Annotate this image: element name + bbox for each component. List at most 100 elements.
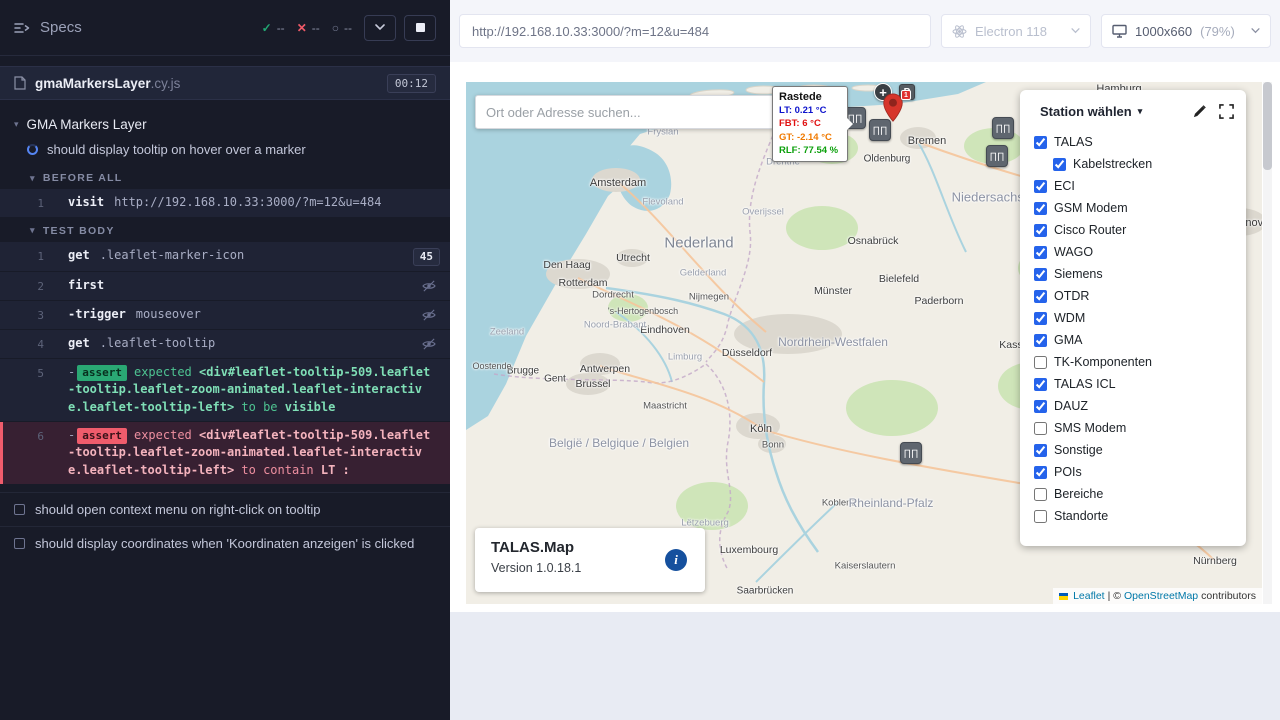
station-filter-checkbox[interactable] (1034, 444, 1047, 457)
assert-badge: assert (77, 365, 127, 381)
station-filter-checkbox[interactable] (1034, 510, 1047, 523)
test-body-header[interactable]: ▾ TEST BODY (0, 217, 450, 242)
search-input[interactable] (475, 95, 775, 129)
info-icon[interactable]: i (665, 549, 687, 571)
test-item[interactable]: should display coordinates when 'Koordin… (0, 526, 450, 560)
station-filter-item[interactable]: Cisco Router (1034, 219, 1236, 241)
test-item[interactable]: should open context menu on right-click … (0, 492, 450, 526)
station-filter-checkbox[interactable] (1034, 180, 1047, 193)
url-bar[interactable] (459, 14, 931, 48)
station-marker[interactable]: ∏∏ (900, 442, 922, 464)
assert-badge: assert (77, 428, 127, 444)
station-filter-item[interactable]: TK-Komponenten (1034, 351, 1236, 373)
station-filter-checkbox[interactable] (1034, 334, 1047, 347)
station-filter-item[interactable]: SMS Modem (1034, 417, 1236, 439)
tooltip-measurement: GT: -2.14 °C (779, 131, 841, 144)
collapse-all-button[interactable] (364, 15, 396, 41)
specs-menu[interactable]: Specs (14, 19, 82, 36)
gate-icon: ∏∏ (996, 124, 1011, 133)
assert-row-passed[interactable]: 5 -assertexpected <div#leaflet-tooltip-5… (0, 359, 450, 421)
scrollbar-thumb[interactable] (1263, 82, 1272, 170)
station-filter-checkbox[interactable] (1034, 400, 1047, 413)
alarm-marker[interactable]: 1 (882, 93, 904, 128)
station-filter-checkbox[interactable] (1034, 246, 1047, 259)
electron-icon (952, 24, 967, 39)
station-filter-item[interactable]: ECI (1034, 175, 1236, 197)
station-marker[interactable]: ∏∏ (992, 117, 1014, 139)
station-filter-item[interactable]: Bereiche (1034, 483, 1236, 505)
before-all-commands: 1 visithttp://192.168.10.33:3000/?m=12&u… (0, 189, 450, 217)
station-filter-checkbox[interactable] (1034, 356, 1047, 369)
match-count-badge: 45 (413, 248, 440, 266)
leaflet-map[interactable]: Amsterdam Utrecht Den Haag Rotterdam Dor… (466, 82, 1262, 604)
station-filter-item[interactable]: Siemens (1034, 263, 1236, 285)
command-number: 3 (0, 306, 52, 324)
station-filter-checkbox[interactable] (1053, 158, 1066, 171)
command-row[interactable]: 4 get.leaflet-tooltip (0, 330, 450, 358)
command-row[interactable]: 1 visithttp://192.168.10.33:3000/?m=12&u… (0, 189, 450, 217)
pending-count: ○-- (332, 21, 352, 35)
station-filter-item[interactable]: DAUZ (1034, 395, 1236, 417)
station-filter-checkbox[interactable] (1034, 488, 1047, 501)
leaflet-link[interactable]: Leaflet (1073, 590, 1105, 602)
chevron-down-icon (1071, 28, 1080, 34)
station-filter-label: GMA (1054, 333, 1082, 347)
station-filter-item[interactable]: WAGO (1034, 241, 1236, 263)
before-all-header[interactable]: ▾ BEFORE ALL (0, 164, 450, 189)
station-filter-checkbox[interactable] (1034, 312, 1047, 325)
station-filter-item[interactable]: WDM (1034, 307, 1236, 329)
running-test-row[interactable]: should display tooltip on hover over a m… (0, 137, 450, 164)
command-log: ▾ GMA Markers Layer should display toolt… (0, 100, 450, 720)
station-filter-checkbox[interactable] (1034, 202, 1047, 215)
station-marker[interactable]: ∏∏ (986, 145, 1008, 167)
suite-title-row[interactable]: ▾ GMA Markers Layer (0, 112, 450, 137)
station-filter-label: OTDR (1054, 289, 1089, 303)
station-filter-label: Standorte (1054, 509, 1108, 523)
spec-bar[interactable]: gmaMarkersLayer.cy.js 00:12 (0, 66, 450, 100)
station-filter-item[interactable]: OTDR (1034, 285, 1236, 307)
station-filter-checkbox[interactable] (1034, 136, 1047, 149)
station-filter-item[interactable]: GMA (1034, 329, 1236, 351)
specs-panel-icon (14, 21, 30, 35)
station-filter-checkbox[interactable] (1034, 378, 1047, 391)
expand-icon[interactable] (1219, 104, 1234, 119)
stop-button[interactable] (404, 15, 436, 41)
station-filter-item[interactable]: Kabelstrecken (1053, 153, 1236, 175)
test-title: should open context menu on right-click … (35, 502, 320, 517)
command-row[interactable]: 2 first (0, 272, 450, 300)
station-filter-item[interactable]: Standorte (1034, 505, 1236, 527)
command-row[interactable]: 1 get.leaflet-marker-icon 45 (0, 242, 450, 271)
edit-pencil-icon[interactable] (1192, 104, 1207, 119)
hidden-eye-icon (422, 280, 436, 292)
browser-selector[interactable]: Electron 118 (941, 14, 1091, 48)
station-filter-label: ECI (1054, 179, 1075, 193)
viewport-selector[interactable]: 1000x660 (79%) (1101, 14, 1271, 48)
test-title: should display tooltip on hover over a m… (47, 142, 306, 157)
stage-header: Electron 118 1000x660 (79%) (450, 0, 1280, 62)
pending-tests: should open context menu on right-click … (0, 492, 450, 560)
station-filter-label: WAGO (1054, 245, 1093, 259)
station-filter-checkbox[interactable] (1034, 224, 1047, 237)
browser-label: Electron 118 (975, 24, 1063, 39)
command-args: .leaflet-marker-icon (100, 248, 245, 262)
command-method: visit (68, 195, 104, 209)
station-filter-checkbox[interactable] (1034, 466, 1047, 479)
station-filter-item[interactable]: TALAS (1034, 131, 1236, 153)
station-filter-label: Siemens (1054, 267, 1103, 281)
hidden-eye-icon (422, 338, 436, 350)
station-filter-item[interactable]: GSM Modem (1034, 197, 1236, 219)
station-filter-label: TALAS ICL (1054, 377, 1116, 391)
station-dropdown[interactable]: Station wählen ▾ (1040, 104, 1142, 119)
station-filter-list: TALAS Kabelstrecken ECI (1020, 129, 1246, 535)
station-filter-checkbox[interactable] (1034, 422, 1047, 435)
app-scrollbar[interactable] (1263, 82, 1272, 604)
osm-link[interactable]: OpenStreetMap (1124, 590, 1198, 602)
station-filter-checkbox[interactable] (1034, 290, 1047, 303)
station-filter-item[interactable]: POIs (1034, 461, 1236, 483)
assert-row-failed[interactable]: 6 -assertexpected <div#leaflet-tooltip-5… (0, 422, 450, 484)
command-row[interactable]: 3 -triggermouseover (0, 301, 450, 329)
station-filter-checkbox[interactable] (1034, 268, 1047, 281)
station-filter-item[interactable]: Sonstige (1034, 439, 1236, 461)
command-method: -trigger (68, 307, 126, 321)
station-filter-item[interactable]: TALAS ICL (1034, 373, 1236, 395)
